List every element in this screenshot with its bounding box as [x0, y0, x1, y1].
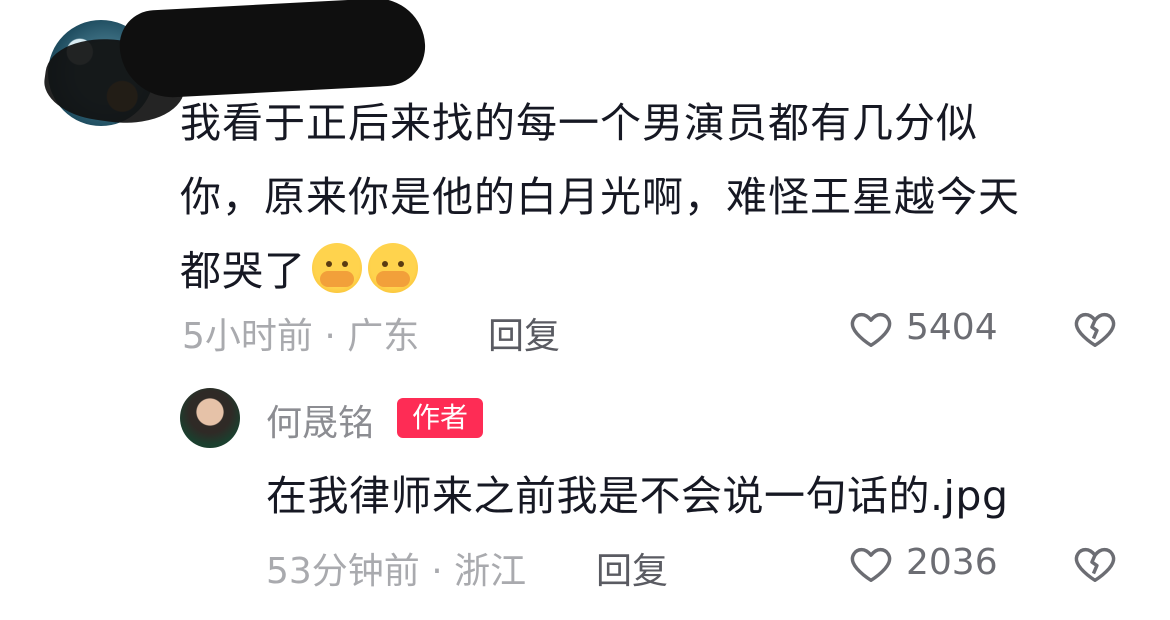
reply-button[interactable]: 回复 [488, 307, 560, 359]
crying-emoji-icon [312, 243, 362, 293]
heart-icon[interactable] [848, 306, 894, 352]
reply-button[interactable]: 回复 [596, 542, 668, 594]
comment-text: 我看于正后来找的每一个男演员都有几分似 你，原来你是他的白月光啊，难怪王星越今天… [180, 86, 1120, 308]
comment-line: 都哭了 [180, 234, 1120, 308]
broken-heart-icon[interactable] [1072, 306, 1118, 352]
avatar[interactable] [180, 388, 240, 448]
comment-meta: 5小时前 · 广东 [182, 316, 420, 357]
comment-line: 我看于正后来找的每一个男演员都有几分似 [180, 99, 978, 147]
author-badge: 作者 [397, 398, 483, 438]
comment-line: 你，原来你是他的白月光啊，难怪王星越今天 [180, 173, 1020, 221]
comment-line-text: 都哭了 [180, 247, 306, 295]
reply-text: 在我律师来之前我是不会说一句话的.jpg [266, 472, 1009, 520]
crying-emoji-icon [368, 243, 418, 293]
like-count: 2036 [906, 542, 998, 583]
author-name[interactable]: 何晟铭 [266, 394, 374, 446]
heart-icon[interactable] [848, 541, 894, 587]
reply-meta: 53分钟前 · 浙江 [266, 551, 527, 592]
like-count: 5404 [906, 307, 998, 348]
broken-heart-icon[interactable] [1072, 541, 1118, 587]
redaction-mark [117, 0, 428, 100]
